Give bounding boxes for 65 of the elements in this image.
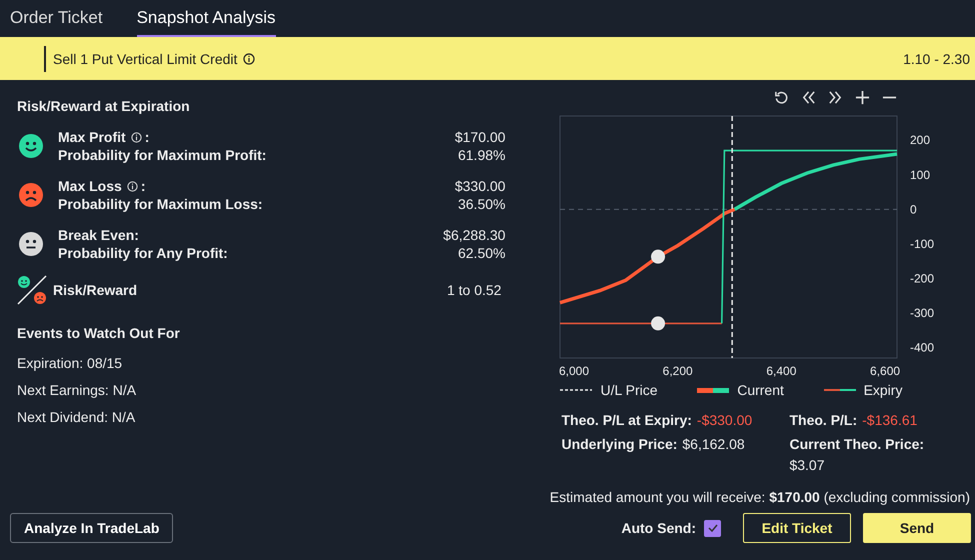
y-tick-label: -400	[910, 340, 934, 355]
metric-label: Break Even:	[58, 226, 139, 244]
metric-value: $330.00	[454, 177, 506, 195]
event-item: Expiration: 08/15	[17, 355, 124, 371]
legend-line-icon	[697, 388, 730, 392]
metric-value: $170.00	[454, 128, 506, 146]
zoom-in-icon[interactable]	[855, 90, 870, 105]
event-item: Next Earnings: N/A	[17, 382, 138, 398]
section-title: Risk/Reward at Expiration	[17, 98, 191, 114]
probability-value: 36.50%	[458, 195, 506, 213]
y-tick-label: 100	[910, 168, 930, 182]
analyze-button[interactable]: Analyze In TradeLab	[10, 513, 174, 543]
y-tick-label: -100	[910, 236, 934, 251]
info-icon[interactable]	[243, 52, 256, 64]
legend-line-icon	[824, 389, 856, 391]
smiley-icon	[19, 134, 43, 158]
legend-label: Expiry	[864, 382, 902, 398]
theo-label: Theo. P/L at Expiry:	[561, 412, 692, 428]
y-tick-label: 0	[910, 202, 918, 216]
metric-label: Max Loss	[58, 177, 122, 195]
theo-label: Underlying Price:	[561, 436, 678, 454]
x-tick-label: 6,200	[663, 364, 694, 378]
metric-label: Max Profit	[58, 128, 126, 146]
metric-value: $6,288.30	[443, 226, 506, 244]
auto-send-label: Auto Send:	[621, 520, 696, 536]
risk-reward-label: Risk/Reward	[53, 282, 138, 298]
theo-value: -$330.00	[696, 412, 752, 428]
estimate-text: Estimated amount you will receive: $170.00 (excluding commission)	[550, 489, 970, 505]
legend-label: U/L Price	[600, 382, 658, 398]
y-tick-label: 200	[910, 133, 930, 148]
event-item: Next Dividend: N/A	[17, 409, 136, 425]
edit-ticket-button[interactable]: Edit Ticket	[743, 513, 851, 543]
probability-label: Probability for Any Profit:	[58, 244, 228, 262]
order-description: Sell 1 Put Vertical Limit Credit	[44, 46, 238, 72]
probability-value: 62.50%	[458, 244, 506, 262]
theo-value: -$136.61	[862, 412, 918, 428]
y-tick-label: -300	[910, 306, 934, 320]
risk-reward-icon	[17, 275, 47, 305]
send-button[interactable]: Send	[863, 513, 971, 543]
probability-label: Probability for Maximum Loss:	[58, 195, 263, 213]
auto-send-checkbox[interactable]	[704, 520, 721, 536]
section-title: Events to Watch Out For	[17, 325, 181, 341]
probability-value: 61.98%	[458, 146, 506, 164]
check-icon	[706, 522, 718, 534]
dashed-line-icon	[560, 388, 592, 392]
theo-value: $3.07	[789, 457, 825, 473]
neutral-face-icon	[19, 232, 43, 256]
risk-reward-value: 1 to 0.52	[446, 282, 502, 298]
scroll-left-icon[interactable]	[801, 90, 816, 105]
price-range: 1.10 - 2.30	[903, 50, 970, 66]
x-tick-label: 6,400	[766, 364, 797, 378]
frown-icon	[19, 183, 43, 207]
scroll-right-icon[interactable]	[828, 90, 843, 105]
reset-icon[interactable]	[774, 90, 789, 105]
legend-label: Current	[737, 382, 784, 398]
probability-label: Probability for Maximum Profit:	[58, 146, 266, 164]
theo-value: $6,162.08	[682, 436, 745, 454]
theo-label: Current Theo. Price:	[789, 436, 924, 452]
theo-label: Theo. P/L:	[789, 412, 858, 428]
tab[interactable]: Order Ticket	[10, 0, 103, 37]
colon: :	[140, 177, 146, 195]
x-tick-label: 6,000	[559, 364, 590, 378]
colon: :	[144, 128, 150, 146]
x-tick-label: 6,600	[870, 364, 901, 378]
y-tick-label: -200	[910, 271, 934, 286]
